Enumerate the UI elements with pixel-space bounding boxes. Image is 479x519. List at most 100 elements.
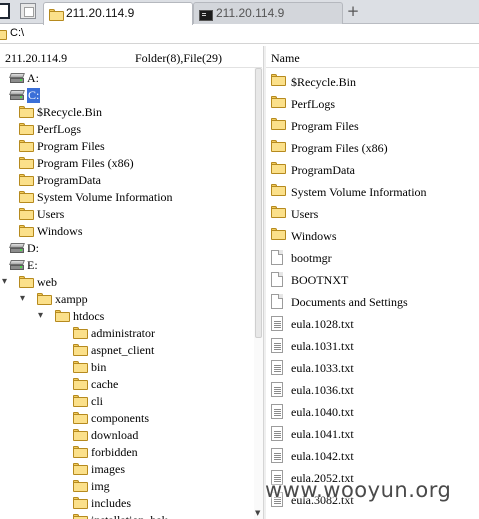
tree-item[interactable]: Users bbox=[0, 206, 254, 223]
file-row[interactable]: eula.1041.txt bbox=[266, 423, 479, 445]
tree-item-label: aspnet_client bbox=[91, 343, 155, 357]
file-list[interactable]: $Recycle.Bin PerfLogs Program Files Program… bbox=[266, 68, 479, 519]
tree-item-label: web bbox=[37, 275, 57, 289]
tree-item-label: img bbox=[91, 479, 110, 493]
tree-item[interactable]: ▾C: bbox=[0, 87, 254, 104]
tree-item[interactable]: Program Files (x86) bbox=[0, 155, 254, 172]
text-file-icon bbox=[271, 426, 283, 445]
terminal-icon bbox=[199, 7, 213, 27]
file-row[interactable]: eula.1028.txt bbox=[266, 313, 479, 335]
tree-item[interactable]: installation_bak bbox=[0, 512, 254, 519]
file-row[interactable]: eula.1040.txt bbox=[266, 401, 479, 423]
file-row[interactable]: bootmgr bbox=[266, 247, 479, 269]
folder-icon bbox=[73, 327, 88, 343]
scrollbar-thumb[interactable] bbox=[255, 68, 262, 338]
column-name[interactable]: Name bbox=[271, 51, 300, 66]
collapse-icon[interactable]: ▾ bbox=[38, 311, 43, 321]
file-row[interactable]: eula.1036.txt bbox=[266, 379, 479, 401]
folder-icon bbox=[73, 514, 88, 519]
file-name: ProgramData bbox=[291, 163, 355, 177]
new-tab-button[interactable]: + bbox=[346, 2, 360, 20]
file-row[interactable]: Program Files bbox=[266, 115, 479, 137]
tree-item-label: Program Files (x86) bbox=[37, 156, 134, 170]
drive-icon bbox=[9, 242, 25, 258]
tab-label: 211.20.114.9 bbox=[216, 6, 285, 20]
directory-tree[interactable]: ▸A:▾C:$Recycle.BinPerfLogsProgram Files P… bbox=[0, 68, 254, 519]
file-row[interactable]: eula.1031.txt bbox=[266, 335, 479, 357]
tree-item[interactable]: bin bbox=[0, 359, 254, 376]
tab-terminal[interactable]: 211.20.114.9 bbox=[193, 2, 343, 24]
tree-item-label: Windows bbox=[37, 224, 83, 238]
folder-icon bbox=[271, 184, 286, 200]
tree-item[interactable]: PerfLogs bbox=[0, 121, 254, 138]
folder-icon bbox=[73, 361, 88, 377]
folder-icon bbox=[73, 378, 88, 394]
file-name: eula.1033.txt bbox=[291, 361, 354, 375]
tree-item[interactable]: cache bbox=[0, 376, 254, 393]
tree-item[interactable]: forbidden bbox=[0, 444, 254, 461]
collapse-icon[interactable]: ▾ bbox=[2, 277, 7, 287]
tree-item[interactable]: ▾ xampp bbox=[0, 291, 254, 308]
tree-item[interactable]: Windows bbox=[0, 223, 254, 240]
file-row[interactable]: eula.1033.txt bbox=[266, 357, 479, 379]
tree-item[interactable]: ▾ web bbox=[0, 274, 254, 291]
address-bar[interactable]: C:\ bbox=[0, 25, 479, 44]
tree-item[interactable]: includes bbox=[0, 495, 254, 512]
text-file-icon bbox=[271, 448, 283, 467]
file-icon bbox=[271, 250, 283, 269]
tree-item[interactable]: img bbox=[0, 478, 254, 495]
tree-item[interactable]: ▾ htdocs bbox=[0, 308, 254, 325]
folder-icon bbox=[19, 123, 34, 139]
tab-file-manager[interactable]: 211.20.114.9 bbox=[43, 2, 193, 25]
tree-scrollbar[interactable]: ▼ bbox=[254, 68, 263, 519]
file-row[interactable]: Windows bbox=[266, 225, 479, 247]
tree-item[interactable]: System Volume Information bbox=[0, 189, 254, 206]
file-row[interactable]: ProgramData bbox=[266, 159, 479, 181]
drive-icon bbox=[9, 72, 25, 88]
file-row[interactable]: Users bbox=[266, 203, 479, 225]
tree-item[interactable]: aspnet_client bbox=[0, 342, 254, 359]
tree-item-label: Program Files bbox=[37, 139, 105, 153]
tree-item-label: E: bbox=[27, 258, 38, 272]
file-name: Windows bbox=[291, 229, 337, 243]
collapse-icon[interactable]: ▾ bbox=[20, 294, 25, 304]
restore-icon[interactable] bbox=[20, 3, 36, 19]
file-row[interactable]: eula.1042.txt bbox=[266, 445, 479, 467]
file-row[interactable]: BOOTNXT bbox=[266, 269, 479, 291]
tree-item[interactable]: ▾E: bbox=[0, 257, 254, 274]
tree-item[interactable]: administrator bbox=[0, 325, 254, 342]
tree-item[interactable]: Program Files bbox=[0, 138, 254, 155]
address-path[interactable]: C:\ bbox=[10, 27, 24, 39]
folder-icon bbox=[73, 429, 88, 445]
tree-item[interactable]: cli bbox=[0, 393, 254, 410]
file-icon bbox=[271, 294, 283, 313]
tree-item-label: cli bbox=[91, 394, 103, 408]
tree-item[interactable]: images bbox=[0, 461, 254, 478]
scroll-down-icon[interactable]: ▼ bbox=[255, 509, 260, 517]
tree-item[interactable]: $Recycle.Bin bbox=[0, 104, 254, 121]
folder-icon bbox=[271, 118, 286, 134]
window-menu-icon[interactable] bbox=[0, 3, 10, 19]
folder-icon bbox=[271, 162, 286, 178]
file-name: System Volume Information bbox=[291, 185, 427, 199]
file-row[interactable]: Program Files (x86) bbox=[266, 137, 479, 159]
file-row[interactable]: System Volume Information bbox=[266, 181, 479, 203]
folder-icon bbox=[55, 310, 70, 326]
tree-item-label: cache bbox=[91, 377, 119, 391]
tree-item[interactable]: ▸D: bbox=[0, 240, 254, 257]
file-name: Users bbox=[291, 207, 319, 221]
watermark: www.wooyun.org bbox=[265, 478, 452, 502]
file-row[interactable]: $Recycle.Bin bbox=[266, 71, 479, 93]
tree-item[interactable]: components bbox=[0, 410, 254, 427]
tree-item[interactable]: download bbox=[0, 427, 254, 444]
folder-icon bbox=[271, 96, 286, 112]
file-name: PerfLogs bbox=[291, 97, 335, 111]
folder-icon bbox=[19, 225, 34, 241]
item-counts: Folder(8),File(29) bbox=[135, 51, 222, 65]
text-file-icon bbox=[271, 404, 283, 423]
tree-item[interactable]: ProgramData bbox=[0, 172, 254, 189]
folder-icon bbox=[19, 276, 34, 292]
tree-item[interactable]: ▸A: bbox=[0, 70, 254, 87]
file-row[interactable]: PerfLogs bbox=[266, 93, 479, 115]
file-row[interactable]: Documents and Settings bbox=[266, 291, 479, 313]
